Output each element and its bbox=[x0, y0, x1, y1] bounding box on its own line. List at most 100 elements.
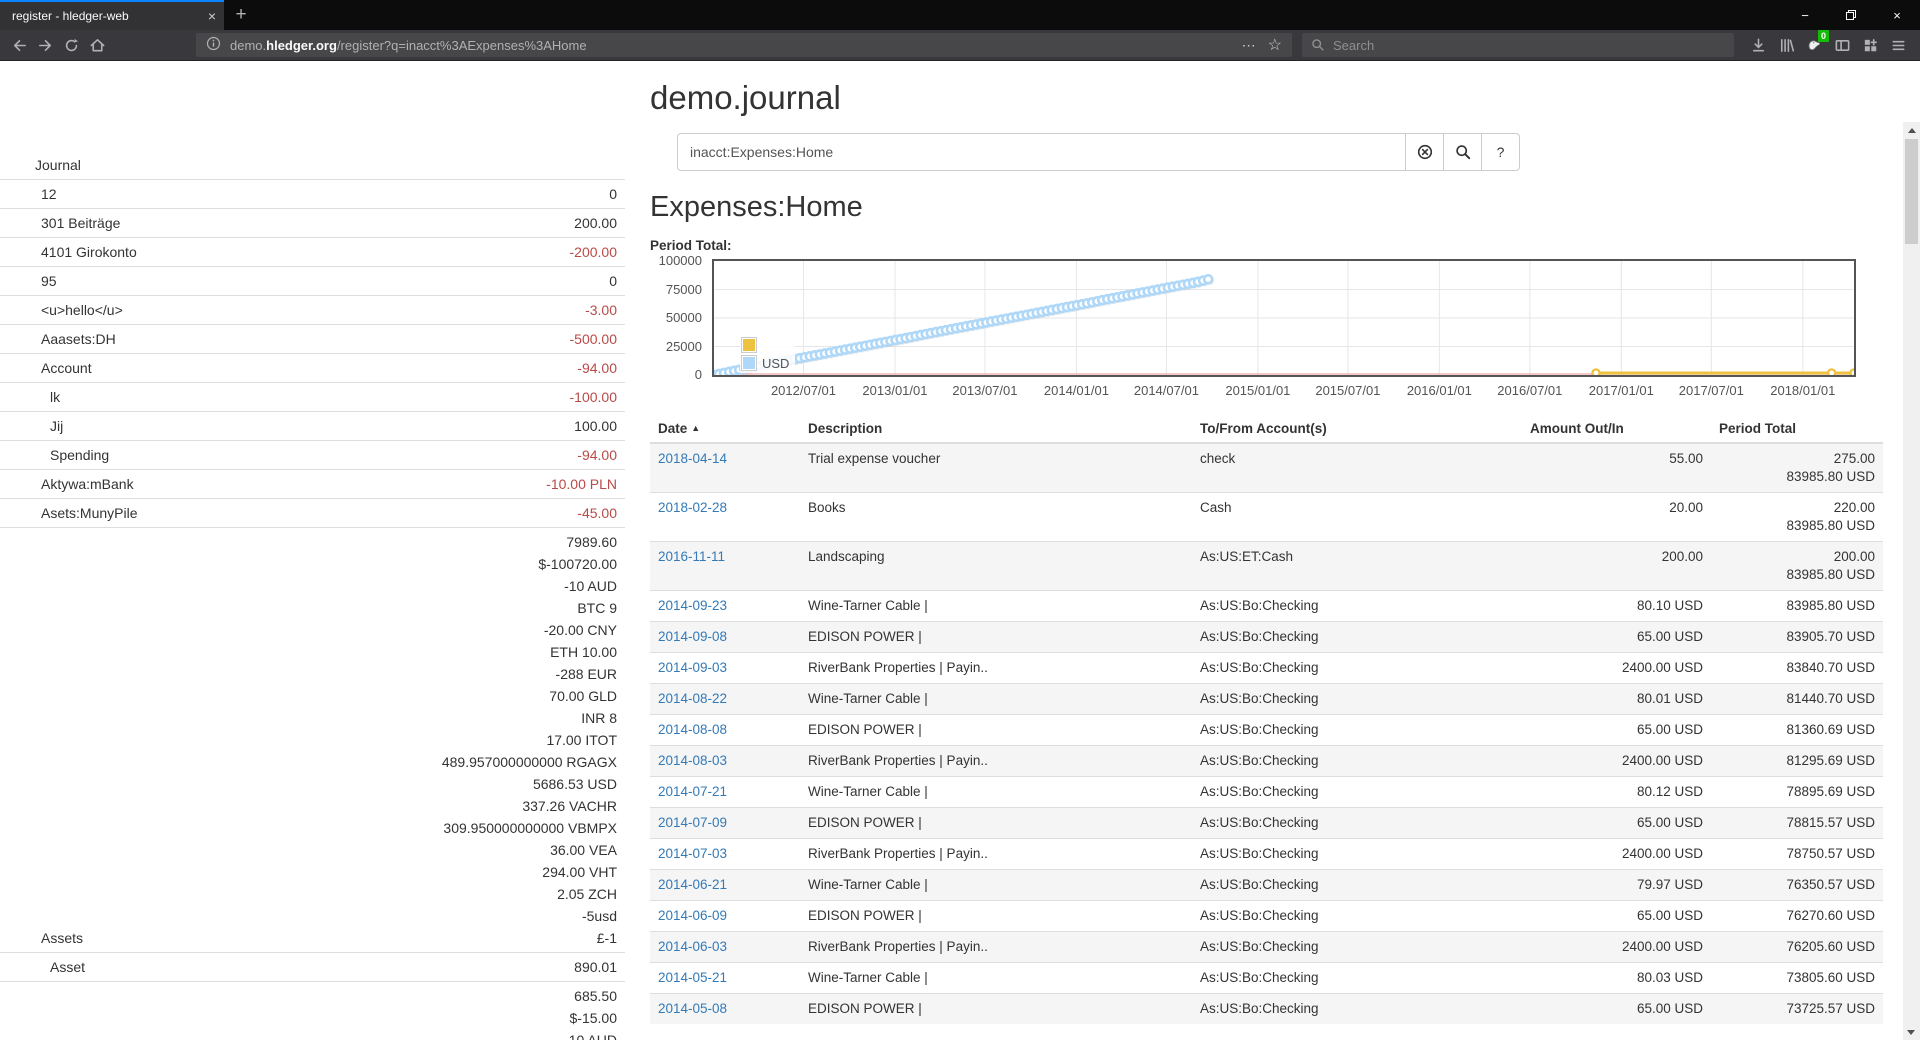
chart-plot: USD bbox=[712, 259, 1856, 377]
x-axis-tick-label: 2015/07/01 bbox=[1315, 383, 1380, 398]
account-link[interactable]: 4101 Girokonto bbox=[0, 241, 137, 263]
legend-entry: USD bbox=[741, 354, 789, 372]
register-row: 2014-06-09EDISON POWER |As:US:Bo:Checkin… bbox=[650, 901, 1883, 932]
transaction-date-link[interactable]: 2014-08-08 bbox=[658, 722, 727, 737]
account-link[interactable]: 95 bbox=[0, 270, 57, 292]
x-axis-tick-label: 2017/07/01 bbox=[1679, 383, 1744, 398]
column-header[interactable]: Period Total bbox=[1711, 415, 1883, 443]
url-text[interactable]: demo.hledger.org/register?q=inacct%3AExp… bbox=[230, 38, 1242, 53]
reload-icon[interactable] bbox=[58, 32, 84, 58]
hledger-page: Journal120301 Beiträge200.004101 Girokon… bbox=[0, 61, 1920, 1040]
transaction-account: As:US:Bo:Checking bbox=[1192, 963, 1522, 994]
page-scrollbar[interactable] bbox=[1903, 122, 1920, 1040]
transaction-account: As:US:Bo:Checking bbox=[1192, 901, 1522, 932]
help-button[interactable]: ? bbox=[1481, 133, 1520, 171]
account-link[interactable]: 12 bbox=[0, 183, 57, 205]
account-link[interactable]: Assets bbox=[0, 927, 83, 949]
download-icon[interactable] bbox=[1744, 32, 1772, 58]
window-controls: − × bbox=[1782, 0, 1920, 30]
transaction-date-link[interactable]: 2014-09-03 bbox=[658, 660, 727, 675]
transaction-date-link[interactable]: 2014-05-08 bbox=[658, 1001, 727, 1016]
transaction-date-link[interactable]: 2014-06-21 bbox=[658, 877, 727, 892]
sidebar-account-row: Aaasets:DH-500.00 bbox=[0, 325, 625, 354]
transaction-description: EDISON POWER | bbox=[800, 715, 1192, 746]
transaction-date-link[interactable]: 2014-06-03 bbox=[658, 939, 727, 954]
x-axis-tick-label: 2013/01/01 bbox=[862, 383, 927, 398]
transaction-date-link[interactable]: 2018-02-28 bbox=[658, 500, 727, 515]
register-row: 2016-11-11LandscapingAs:US:ET:Cash200.00… bbox=[650, 542, 1883, 591]
account-link[interactable]: 301 Beiträge bbox=[0, 212, 120, 234]
period-total: 78750.57 USD bbox=[1711, 839, 1883, 870]
pelican-extension-icon[interactable]: 0 bbox=[1800, 32, 1828, 58]
account-link[interactable]: Jij bbox=[0, 415, 63, 437]
transaction-date-link[interactable]: 2014-05-21 bbox=[658, 970, 727, 985]
register-row: 2018-02-28BooksCash20.00220.0083985.80 U… bbox=[650, 493, 1883, 542]
new-tab-button[interactable]: + bbox=[224, 0, 258, 30]
back-icon[interactable] bbox=[6, 32, 32, 58]
url-path: /register?q=inacct%3AExpenses%3AHome bbox=[337, 38, 587, 53]
sort-asc-icon: ▲ bbox=[691, 423, 700, 433]
y-axis-tick-label: 100000 bbox=[650, 254, 702, 268]
transaction-account: As:US:Bo:Checking bbox=[1192, 715, 1522, 746]
scrollbar-up-icon[interactable] bbox=[1903, 122, 1920, 138]
home-icon[interactable] bbox=[84, 32, 110, 58]
search-placeholder: Search bbox=[1333, 38, 1374, 53]
transaction-date-link[interactable]: 2014-09-08 bbox=[658, 629, 727, 644]
browser-tab[interactable]: register - hledger-web × bbox=[0, 0, 224, 30]
menu-hamburger-icon[interactable] bbox=[1884, 32, 1912, 58]
window-restore-button[interactable] bbox=[1828, 0, 1874, 30]
transaction-date-link[interactable]: 2018-04-14 bbox=[658, 451, 727, 466]
tab-close-icon[interactable]: × bbox=[208, 8, 216, 24]
query-input[interactable] bbox=[677, 133, 1406, 171]
account-link[interactable]: lk bbox=[0, 386, 60, 408]
transaction-amount: 2400.00 USD bbox=[1522, 746, 1711, 777]
scrollbar-down-icon[interactable] bbox=[1907, 1030, 1915, 1035]
site-info-icon[interactable] bbox=[206, 36, 221, 54]
column-header[interactable]: Date▲ bbox=[650, 415, 800, 443]
transaction-description: EDISON POWER | bbox=[800, 994, 1192, 1025]
transaction-account: As:US:Bo:Checking bbox=[1192, 622, 1522, 653]
transaction-amount: 65.00 USD bbox=[1522, 808, 1711, 839]
account-balance: -94.00 bbox=[577, 357, 617, 379]
window-minimize-button[interactable]: − bbox=[1782, 0, 1828, 30]
page-actions-icon[interactable]: ⋯ bbox=[1242, 37, 1256, 54]
account-link[interactable]: Account bbox=[0, 357, 92, 379]
account-link[interactable]: Spending bbox=[0, 444, 109, 466]
transaction-date-link[interactable]: 2014-07-03 bbox=[658, 846, 727, 861]
forward-icon[interactable] bbox=[32, 32, 58, 58]
clear-query-button[interactable] bbox=[1405, 133, 1444, 171]
column-header[interactable]: Description bbox=[800, 415, 1192, 443]
register-body: 2018-04-14Trial expense vouchercheck55.0… bbox=[650, 443, 1883, 1024]
account-link[interactable]: <u>hello</u> bbox=[0, 299, 123, 321]
library-icon[interactable] bbox=[1772, 32, 1800, 58]
url-bar[interactable]: demo.hledger.org/register?q=inacct%3AExp… bbox=[196, 33, 1292, 57]
extensions-grid-icon[interactable] bbox=[1856, 32, 1884, 58]
register-row: 2014-05-08EDISON POWER |As:US:Bo:Checkin… bbox=[650, 994, 1883, 1025]
register-row: 2014-09-23Wine-Tarner Cable |As:US:Bo:Ch… bbox=[650, 591, 1883, 622]
account-balance: 100.00 bbox=[574, 415, 617, 437]
column-header[interactable]: To/From Account(s) bbox=[1192, 415, 1522, 443]
sidebars-icon[interactable] bbox=[1828, 32, 1856, 58]
transaction-date-link[interactable]: 2016-11-11 bbox=[658, 549, 725, 564]
account-link[interactable]: Aktywa:mBank bbox=[0, 473, 134, 495]
bookmark-star-icon[interactable]: ☆ bbox=[1268, 35, 1282, 55]
account-link[interactable]: Asset bbox=[0, 956, 85, 978]
account-link[interactable]: Asets:MunyPile bbox=[0, 502, 137, 524]
journal-link[interactable]: Journal bbox=[0, 154, 81, 176]
main-content: demo.journal ? Expenses:Home Period Tota… bbox=[650, 61, 1883, 1040]
transaction-date-link[interactable]: 2014-07-09 bbox=[658, 815, 727, 830]
browser-search-field[interactable]: Search bbox=[1302, 33, 1734, 57]
window-close-button[interactable]: × bbox=[1874, 0, 1920, 30]
sidebar: Journal120301 Beiträge200.004101 Girokon… bbox=[0, 61, 625, 1040]
search-submit-button[interactable] bbox=[1443, 133, 1482, 171]
transaction-date-link[interactable]: 2014-07-21 bbox=[658, 784, 727, 799]
scrollbar-thumb[interactable] bbox=[1905, 139, 1918, 244]
transaction-date-link[interactable]: 2014-06-09 bbox=[658, 908, 727, 923]
transaction-date-link[interactable]: 2014-09-23 bbox=[658, 598, 727, 613]
account-link[interactable]: Aaasets:DH bbox=[0, 328, 116, 350]
register-row: 2018-04-14Trial expense vouchercheck55.0… bbox=[650, 443, 1883, 493]
transaction-date-link[interactable]: 2014-08-22 bbox=[658, 691, 727, 706]
x-axis-tick-label: 2016/07/01 bbox=[1497, 383, 1562, 398]
transaction-date-link[interactable]: 2014-08-03 bbox=[658, 753, 727, 768]
column-header[interactable]: Amount Out/In bbox=[1522, 415, 1711, 443]
